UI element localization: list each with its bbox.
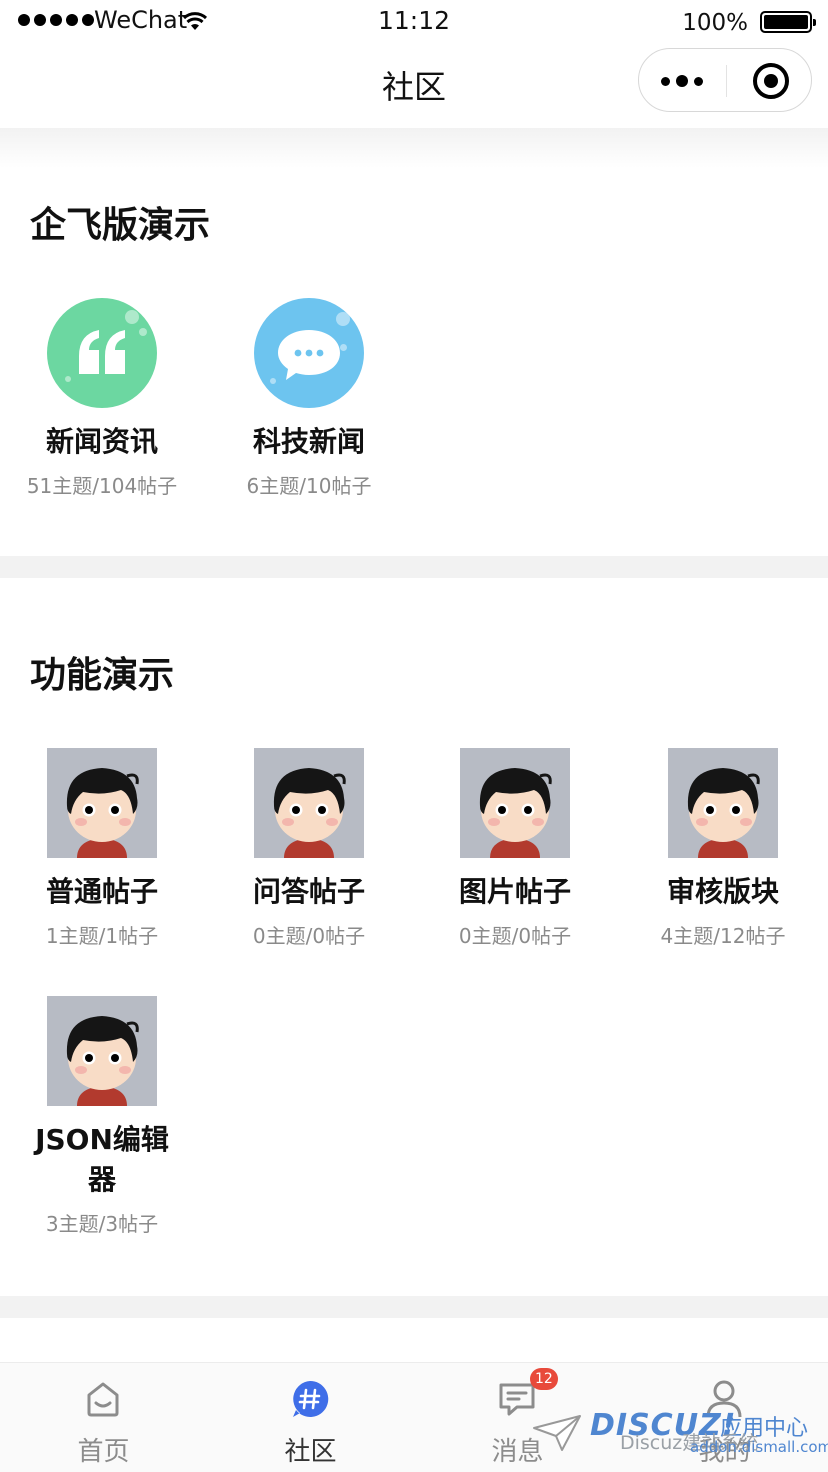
tab-home[interactable]: 首页 bbox=[0, 1363, 207, 1472]
forum-stats: 6主题/10帖子 bbox=[246, 474, 372, 498]
tab-label: 社区 bbox=[284, 1437, 337, 1467]
forum-name: 普通帖子 bbox=[45, 875, 158, 908]
avatar-icon bbox=[47, 996, 157, 1106]
avatar-icon bbox=[254, 748, 364, 858]
forum-item[interactable]: 普通帖子 1主题/1帖子 bbox=[12, 748, 192, 949]
forum-name: 问答帖子 bbox=[252, 875, 365, 908]
section-divider bbox=[0, 556, 828, 578]
miniprogram-capsule bbox=[638, 48, 812, 112]
unread-badge: 12 bbox=[530, 1368, 558, 1390]
section-title: 企飞版演示 bbox=[30, 205, 211, 246]
hash-icon bbox=[293, 1380, 329, 1417]
forum-stats: 0主题/0帖子 bbox=[252, 924, 366, 948]
nav-shadow bbox=[0, 128, 828, 168]
more-icon[interactable] bbox=[661, 75, 703, 87]
paper-plane-icon bbox=[533, 1415, 581, 1451]
forum-item[interactable]: 科技新闻 6主题/10帖子 bbox=[219, 298, 399, 499]
forum-item[interactable]: 新闻资讯 51主题/104帖子 bbox=[12, 298, 192, 499]
forum-item[interactable]: JSON编辑器 3主题/3帖子 bbox=[13, 996, 191, 1237]
home-icon bbox=[87, 1382, 119, 1417]
section-title: 功能演示 bbox=[30, 655, 175, 696]
forum-stats: 4主题/12帖子 bbox=[660, 924, 786, 948]
watermark-url: addon.dismall.com bbox=[690, 1438, 828, 1456]
battery-icon bbox=[760, 11, 816, 33]
watermark: DISCUZ! 应用中心 Discuz建站系统 addon.dismall.co… bbox=[532, 1408, 828, 1468]
status-bar: WeChat 11:12 100% bbox=[0, 0, 828, 44]
forum-stats: 3主题/3帖子 bbox=[45, 1212, 159, 1236]
forum-name: 图片帖子 bbox=[458, 875, 571, 908]
avatar-icon bbox=[668, 748, 778, 858]
avatar-icon bbox=[47, 748, 157, 858]
forum-stats: 51主题/104帖子 bbox=[26, 474, 178, 498]
section-divider bbox=[0, 1296, 828, 1318]
forum-item[interactable]: 问答帖子 0主题/0帖子 bbox=[219, 748, 399, 949]
forum-stats: 1主题/1帖子 bbox=[45, 924, 159, 948]
forum-item[interactable]: 审核版块 4主题/12帖子 bbox=[633, 748, 813, 949]
tab-label: 首页 bbox=[77, 1437, 130, 1467]
close-miniprogram-icon[interactable] bbox=[753, 63, 789, 99]
battery-percentage: 100% bbox=[682, 10, 748, 36]
chat-bubble-icon bbox=[254, 298, 364, 408]
forum-name: JSON编辑器 bbox=[35, 1123, 169, 1196]
forum-name: 科技新闻 bbox=[252, 425, 365, 458]
capsule-divider bbox=[726, 65, 727, 97]
forum-name: 新闻资讯 bbox=[45, 425, 158, 458]
avatar-icon bbox=[460, 748, 570, 858]
forum-name: 审核版块 bbox=[666, 875, 779, 908]
forum-item[interactable]: 图片帖子 0主题/0帖子 bbox=[425, 748, 605, 949]
forum-stats: 0主题/0帖子 bbox=[458, 924, 572, 948]
tab-community[interactable]: 社区 bbox=[207, 1363, 414, 1472]
quote-icon bbox=[47, 298, 157, 408]
